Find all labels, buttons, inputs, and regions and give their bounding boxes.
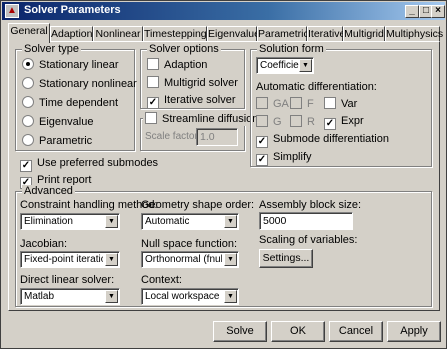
window-title: Solver Parameters [24,4,121,16]
null-space-label: Null space function: [141,238,237,250]
chevron-down-icon[interactable]: ▼ [224,215,237,228]
geometry-order-label: Geometry shape order: [141,199,255,211]
title-bar: ▲ Solver Parameters _ □ × [2,2,445,20]
chevron-down-icon[interactable]: ▼ [224,253,237,266]
adaption-checkbox[interactable]: Adaption [147,58,207,72]
chevron-down-icon[interactable]: ▼ [224,290,237,303]
null-space-select[interactable]: Orthonormal (fnullorth) ▼ [141,251,239,268]
submode-diff-checkbox[interactable]: ✓ Submode differentiation [256,133,389,148]
tab-nonlinear[interactable]: Nonlinear [93,26,143,42]
checkbox-icon [290,115,302,127]
chevron-down-icon[interactable]: ▼ [105,290,118,303]
ga-checkbox: GA [256,97,289,111]
r-checkbox: R [290,115,315,129]
solver-type-group: Solver type Stationary linear Stationary… [15,43,137,151]
chevron-down-icon[interactable]: ▼ [105,253,118,266]
streamline-diffusion-group: Streamline diffusion Scale factor: 1.0 [140,112,261,151]
chevron-down-icon[interactable]: ▼ [105,215,118,228]
radio-eigenvalue[interactable]: Eigenvalue [22,115,93,129]
radio-stationary-linear[interactable]: Stationary linear [22,58,119,72]
cancel-button[interactable]: Cancel [329,321,383,342]
assembly-block-input[interactable]: 5000 [259,212,353,230]
constraint-select[interactable]: Elimination ▼ [20,213,120,230]
settings-button[interactable]: Settings... [259,249,313,268]
tab-timestepping[interactable]: Timestepping [143,26,207,42]
checkbox-icon [290,97,302,109]
radio-selected-icon[interactable] [22,58,34,70]
scale-factor-label: Scale factor: [145,131,201,142]
radio-icon[interactable] [22,134,34,146]
radio-time-dependent[interactable]: Time dependent [22,96,118,110]
var-checkbox[interactable]: Var [324,97,357,111]
scaling-label: Scaling of variables: [259,234,358,246]
simplify-checkbox[interactable]: ✓ Simplify [256,151,312,166]
f-checkbox: F [290,97,314,111]
chevron-down-icon[interactable]: ▼ [299,59,312,72]
solver-options-group: Solver options Adaption Multigrid solver… [140,43,245,109]
apply-button[interactable]: Apply [387,321,441,342]
solution-form-title: Solution form [257,43,326,55]
use-preferred-submodes-checkbox[interactable]: ✓ Use preferred submodes [20,157,158,172]
checkmark-icon[interactable]: ✓ [256,136,268,148]
geometry-order-select[interactable]: Automatic ▼ [141,213,239,230]
multigrid-checkbox[interactable]: Multigrid solver [147,76,238,90]
expr-checkbox[interactable]: ✓ Expr [324,115,364,130]
checkbox-icon [256,115,268,127]
solver-options-title: Solver options [147,43,221,55]
tab-parametric[interactable]: Parametric [257,26,309,42]
checkbox-icon[interactable] [145,112,157,124]
solver-type-title: Solver type [22,43,82,55]
tab-general[interactable]: General [8,23,50,43]
context-select[interactable]: Local workspace ▼ [141,288,239,305]
assembly-block-label: Assembly block size: [259,199,362,211]
solution-form-select[interactable]: Coefficient ▼ [256,57,314,74]
radio-stationary-nonlinear[interactable]: Stationary nonlinear [22,77,137,91]
checkmark-icon[interactable]: ✓ [324,118,336,130]
solution-form-group: Solution form Coefficient ▼ Automatic di… [250,43,432,167]
checkmark-icon[interactable]: ✓ [20,160,32,172]
tab-multigrid[interactable]: Multigrid [343,26,385,42]
streamline-checkbox[interactable]: Streamline diffusion [143,112,261,126]
advanced-group: Advanced Constraint handling method: Eli… [15,185,432,307]
jacobian-select[interactable]: Fixed-point iteration ▼ [20,251,120,268]
tab-eigenvalue[interactable]: Eigenvalue [207,26,260,42]
close-button[interactable]: × [431,5,445,18]
radio-icon[interactable] [22,96,34,108]
general-tab-panel: Solver type Stationary linear Stationary… [8,41,440,311]
direct-solver-select[interactable]: Matlab ▼ [20,288,120,305]
checkbox-icon[interactable] [147,76,159,88]
context-label: Context: [141,274,182,286]
constraint-label: Constraint handling method: [20,199,158,211]
checkbox-icon [256,97,268,109]
tab-adaption[interactable]: Adaption [50,26,93,42]
iterative-checkbox[interactable]: ✓ Iterative solver [147,94,236,109]
g-checkbox: G [256,115,282,129]
scale-factor-input[interactable]: 1.0 [196,128,238,146]
advanced-title: Advanced [22,185,75,197]
ok-button[interactable]: OK [271,321,325,342]
radio-icon[interactable] [22,77,34,89]
checkbox-icon[interactable] [147,58,159,70]
direct-solver-label: Direct linear solver: [20,274,115,286]
tab-multiphysics[interactable]: Multiphysics [385,26,443,42]
autodiff-label: Automatic differentiation: [256,81,377,93]
matlab-icon: ▲ [5,4,19,18]
radio-parametric[interactable]: Parametric [22,134,92,148]
checkmark-icon[interactable]: ✓ [147,97,159,109]
radio-icon[interactable] [22,115,34,127]
jacobian-label: Jacobian: [20,238,68,250]
solver-parameters-dialog: ▲ Solver Parameters _ □ × General Adapti… [0,0,447,349]
checkbox-icon[interactable] [324,97,336,109]
solve-button[interactable]: Solve [213,321,267,342]
minimize-button[interactable]: _ [405,5,419,18]
tab-iterative[interactable]: Iterative [307,26,345,42]
checkmark-icon[interactable]: ✓ [256,154,268,166]
